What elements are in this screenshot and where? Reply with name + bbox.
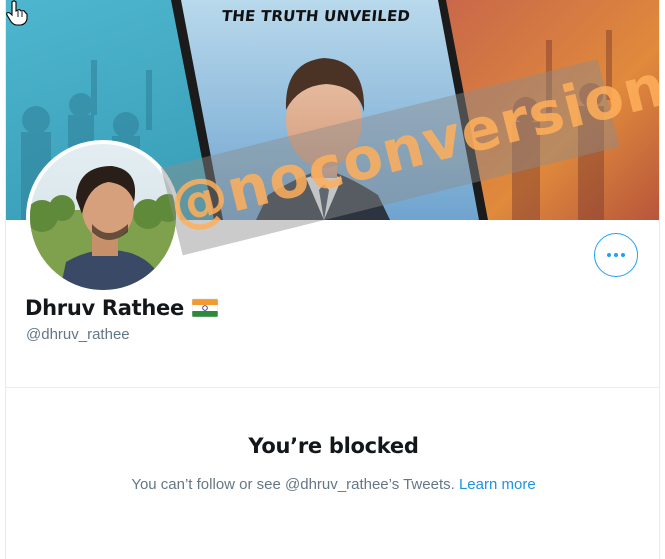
avatar-image: [30, 144, 176, 290]
divider: [6, 387, 659, 388]
profile-handle: @dhruv_rathee: [26, 326, 130, 343]
more-options-icon: [607, 253, 625, 257]
avatar[interactable]: [26, 140, 180, 294]
learn-more-link[interactable]: Learn more: [459, 476, 536, 493]
profile-page: THE TRUTH UNVEILED Dhruv Rathee @dhruv_r…: [5, 0, 660, 559]
profile-name: Dhruv Rathee: [25, 296, 184, 320]
blocked-message: You can’t follow or see @dhruv_rathee’s …: [6, 476, 659, 493]
profile-name-row: Dhruv Rathee: [25, 296, 218, 320]
blocked-title: You’re blocked: [248, 434, 419, 458]
banner-title: THE TRUTH UNVEILED: [220, 7, 412, 25]
more-options-button[interactable]: [594, 233, 638, 277]
hand-pointer-cursor-icon: [6, 0, 28, 26]
blocked-message-text: You can’t follow or see @dhruv_rathee’s …: [131, 476, 455, 493]
india-flag-icon: [191, 298, 218, 318]
